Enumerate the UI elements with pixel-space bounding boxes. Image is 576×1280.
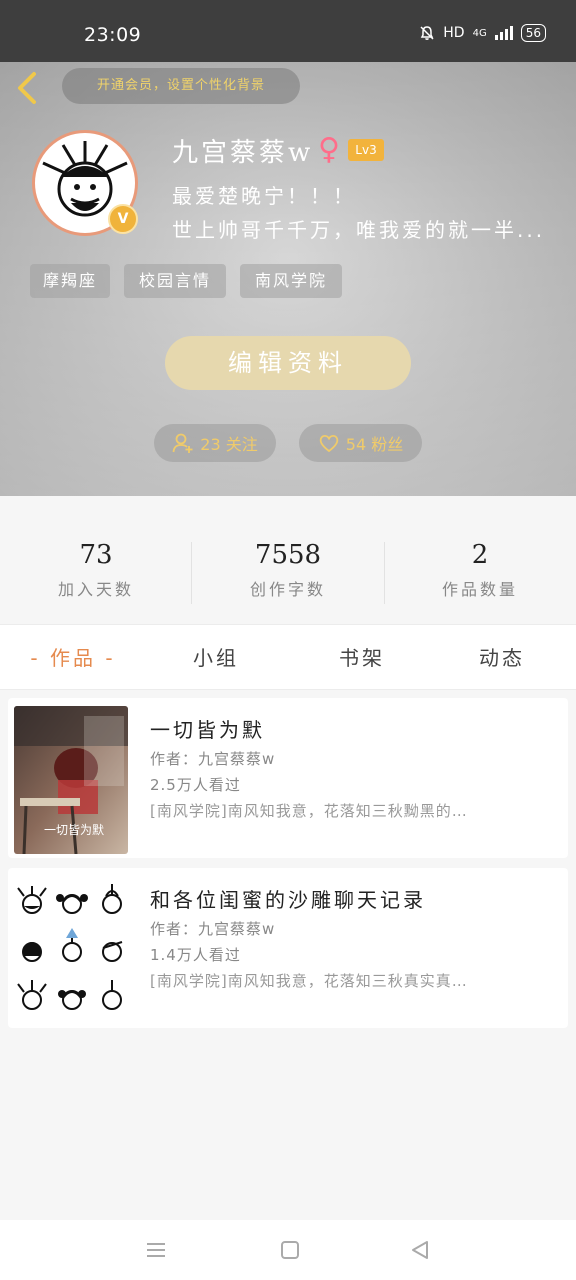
tab-works[interactable]: - 作品 - bbox=[20, 625, 126, 691]
bio-line-2: 世上帅哥千千万，唯我爱的就一半... bbox=[172, 218, 546, 242]
stat-word-count: 7558 创作字数 bbox=[192, 540, 384, 600]
work-card[interactable]: 一切皆为默 一切皆为默 作者：九宫蔡蔡w 2.5万人看过 [南风学院]南风知我意… bbox=[8, 698, 568, 858]
home-square-icon bbox=[281, 1241, 299, 1259]
work-author: 作者：九宫蔡蔡w bbox=[150, 750, 276, 768]
level-badge: Lv3 bbox=[348, 139, 384, 161]
add-user-icon bbox=[172, 433, 193, 453]
bell-muted-icon bbox=[420, 26, 434, 40]
work-views: 2.5万人看过 bbox=[150, 776, 241, 794]
work-title: 一切皆为默 bbox=[150, 718, 265, 742]
network-label: HD bbox=[443, 25, 465, 41]
edit-profile-button[interactable]: 编辑资料 bbox=[165, 336, 411, 390]
work-description: [南风学院]南风知我意，花落知三秋真实真… bbox=[150, 972, 468, 990]
recent-apps-button[interactable] bbox=[144, 1238, 168, 1262]
following-label: 23 关注 bbox=[200, 435, 258, 454]
stat-join-days: 73 加入天数 bbox=[0, 540, 192, 600]
system-nav-bar bbox=[0, 1220, 576, 1280]
stat-label: 加入天数 bbox=[57, 580, 134, 599]
stat-work-count: 2 作品数量 bbox=[384, 540, 576, 600]
fans-label: 54 粉丝 bbox=[345, 435, 404, 454]
tab-groups[interactable]: 小组 bbox=[170, 625, 262, 691]
work-card[interactable]: 和各位闺蜜的沙雕聊天记录 作者：九宫蔡蔡w 1.4万人看过 [南风学院]南风知我… bbox=[8, 868, 568, 1028]
book-cover-image bbox=[14, 876, 128, 1024]
work-author: 作者：九宫蔡蔡w bbox=[150, 920, 276, 938]
menu-icon bbox=[147, 1243, 165, 1257]
status-icons: HD 4G 56 bbox=[419, 24, 546, 42]
signal-icon bbox=[494, 26, 513, 40]
stat-value: 2 bbox=[471, 540, 489, 570]
status-time: 23:09 bbox=[84, 24, 142, 46]
home-button[interactable] bbox=[278, 1238, 302, 1262]
username: 九宫蔡蔡w bbox=[172, 138, 314, 168]
book-cover-image: 一切皆为默 bbox=[14, 706, 128, 854]
signal-label: 4G bbox=[472, 27, 487, 39]
battery-icon: 56 bbox=[520, 24, 546, 42]
chevron-left-icon bbox=[18, 72, 36, 104]
bio-line-1: 最爱楚晚宁！！！ bbox=[172, 184, 356, 208]
tag-zodiac: 摩羯座 bbox=[30, 264, 110, 298]
tab-bar: - 作品 - 小组 书架 动态 bbox=[0, 624, 576, 690]
fans-button[interactable]: 54 粉丝 bbox=[299, 424, 422, 462]
tag-genre: 校园言情 bbox=[124, 264, 226, 298]
vip-badge: V bbox=[108, 204, 138, 234]
stat-value: 73 bbox=[79, 540, 113, 570]
stat-label: 创作字数 bbox=[249, 580, 326, 599]
cover-title: 一切皆为默 bbox=[44, 822, 104, 837]
tab-bookshelf[interactable]: 书架 bbox=[316, 625, 408, 691]
back-triangle-icon bbox=[412, 1241, 428, 1259]
profile-header: 开通会员，设置个性化背景 V 九宫蔡蔡w ♀ Lv3 最爱楚晚宁！！！ 世上帅哥… bbox=[0, 62, 576, 496]
stats-section: 73 加入天数 7558 创作字数 2 作品数量 bbox=[0, 496, 576, 624]
works-list: 一切皆为默 一切皆为默 作者：九宫蔡蔡w 2.5万人看过 [南风学院]南风知我意… bbox=[0, 690, 576, 1220]
tab-activity[interactable]: 动态 bbox=[456, 625, 548, 691]
work-views: 1.4万人看过 bbox=[150, 946, 241, 964]
following-button[interactable]: 23 关注 bbox=[154, 424, 276, 462]
work-description: [南风学院]南风知我意，花落知三秋黝黑的… bbox=[150, 802, 468, 820]
stat-label: 作品数量 bbox=[441, 580, 518, 599]
stat-value: 7558 bbox=[254, 540, 322, 570]
back-button[interactable] bbox=[10, 68, 46, 108]
member-prompt[interactable]: 开通会员，设置个性化背景 bbox=[62, 68, 300, 104]
female-gender-icon: ♀ bbox=[318, 132, 340, 167]
nav-back-button[interactable] bbox=[408, 1238, 432, 1262]
work-title: 和各位闺蜜的沙雕聊天记录 bbox=[150, 888, 426, 912]
tag-school: 南风学院 bbox=[240, 264, 342, 298]
heart-icon bbox=[319, 434, 338, 453]
status-bar: 23:09 HD 4G 56 bbox=[0, 0, 576, 62]
